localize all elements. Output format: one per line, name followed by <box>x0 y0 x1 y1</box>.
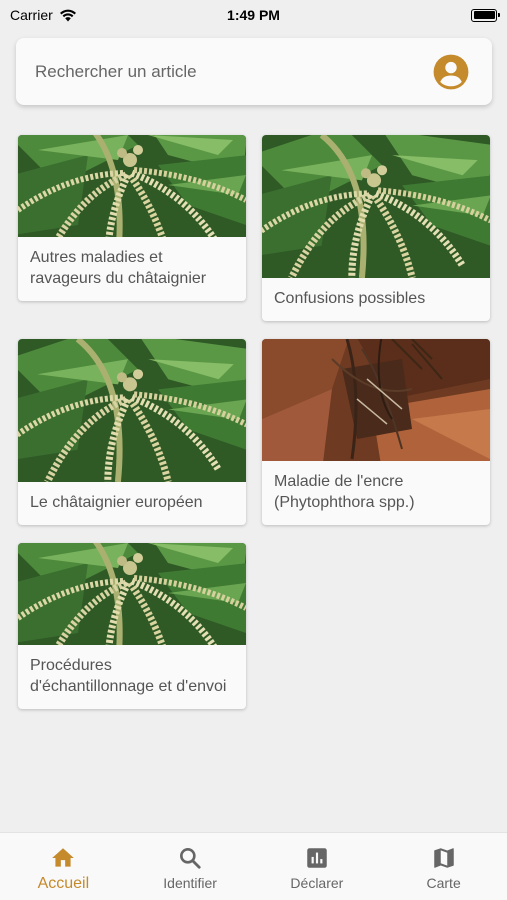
status-left: Carrier <box>10 7 77 23</box>
battery-icon <box>471 8 500 22</box>
carrier-label: Carrier <box>10 7 53 23</box>
article-title: Maladie de l'encre (Phytophthora spp.) <box>274 473 415 511</box>
chestnut-flowers-image <box>262 135 490 278</box>
search-input[interactable]: Rechercher un article <box>35 62 197 82</box>
home-icon <box>52 848 75 867</box>
chestnut-flowers-image <box>18 543 246 645</box>
nav-label: Déclarer <box>290 875 344 891</box>
search-icon <box>180 848 201 869</box>
article-card[interactable]: Maladie de l'encre (Phytophthora spp.) <box>262 339 490 525</box>
article-title: Autres maladies et ravageurs du châtaign… <box>30 249 207 287</box>
nav-label: Identifier <box>163 875 217 891</box>
chestnut-flowers-image <box>18 135 246 237</box>
nav-label: Accueil <box>37 875 90 892</box>
article-title: Procédures d'échantillonnage et d'envoi <box>30 657 227 695</box>
status-time: 1:49 PM <box>227 7 280 23</box>
root-collar-image <box>262 339 490 461</box>
article-card[interactable]: Confusions possibles <box>262 135 490 321</box>
search-bar[interactable]: Rechercher un article <box>16 38 492 105</box>
article-card[interactable]: Le châtaignier européen <box>18 339 246 525</box>
map-icon <box>433 848 454 868</box>
chart-icon <box>307 848 327 868</box>
nav-item-accueil[interactable]: Accueil <box>0 833 127 900</box>
nav-item-carte[interactable]: Carte <box>380 833 507 900</box>
account-circle-icon[interactable] <box>432 53 470 91</box>
article-title: Le châtaignier européen <box>30 494 203 511</box>
chestnut-flowers-image <box>18 339 246 482</box>
nav-item-declarer[interactable]: Déclarer <box>254 833 381 900</box>
article-card[interactable]: Procédures d'échantillonnage et d'envoi <box>18 543 246 709</box>
status-bar: Carrier 1:49 PM <box>0 0 507 30</box>
nav-label: Carte <box>426 875 461 891</box>
article-card[interactable]: Autres maladies et ravageurs du châtaign… <box>18 135 246 301</box>
article-title: Confusions possibles <box>274 290 426 307</box>
nav-item-identifier[interactable]: Identifier <box>127 833 254 900</box>
wifi-icon <box>59 9 76 21</box>
bottom-navigation: Accueil Identifier Déclarer Carte <box>0 832 507 900</box>
